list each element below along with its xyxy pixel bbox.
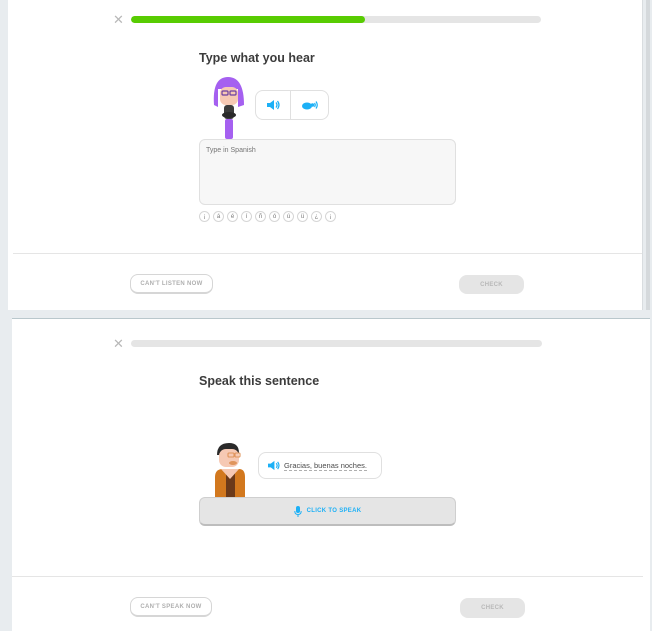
special-char-key[interactable]: ü xyxy=(297,211,308,222)
special-characters-row: ¡ á é í ñ ó ú ü ¿ ¡ xyxy=(199,211,336,222)
microphone-icon xyxy=(293,505,302,517)
special-char-key[interactable]: ¡ xyxy=(325,211,336,222)
special-char-key[interactable]: ¿ xyxy=(311,211,322,222)
check-button[interactable]: CHECK xyxy=(459,275,524,294)
lesson-progress-fill xyxy=(131,16,365,23)
audio-buttons-bubble xyxy=(255,90,329,120)
character-illustration xyxy=(213,77,244,139)
play-audio-button[interactable] xyxy=(256,91,291,119)
challenge-title: Type what you hear xyxy=(199,51,315,65)
special-char-key[interactable]: ú xyxy=(283,211,294,222)
special-char-key[interactable]: ñ xyxy=(255,211,266,222)
challenge-title: Speak this sentence xyxy=(199,374,320,388)
special-char-key[interactable]: ó xyxy=(269,211,280,222)
footer-divider xyxy=(12,576,643,577)
close-icon[interactable]: ✕ xyxy=(113,13,124,26)
speaker-icon[interactable] xyxy=(267,460,280,471)
speaker-icon xyxy=(267,100,280,110)
character-illustration xyxy=(215,443,245,499)
click-to-speak-button[interactable]: CLICK TO SPEAK xyxy=(199,497,456,526)
special-char-key[interactable]: é xyxy=(227,211,238,222)
lesson-progress-bar xyxy=(131,340,542,347)
scrollbar[interactable] xyxy=(646,0,650,310)
special-char-key[interactable]: ¡ xyxy=(199,211,210,222)
close-icon[interactable]: ✕ xyxy=(113,337,124,350)
special-char-key[interactable]: á xyxy=(213,211,224,222)
sentence-text[interactable]: Gracias, buenas noches. xyxy=(284,461,367,471)
sentence-bubble: Gracias, buenas noches. xyxy=(258,452,382,479)
answer-text-input[interactable] xyxy=(199,139,456,205)
click-to-speak-label: CLICK TO SPEAK xyxy=(306,508,362,514)
play-slow-audio-button[interactable] xyxy=(291,91,328,119)
speak-challenge-panel: ✕ Speak this sentence Gracias, buenas no… xyxy=(12,318,650,631)
special-char-key[interactable]: í xyxy=(241,211,252,222)
lesson-progress-bar xyxy=(131,16,541,23)
check-button[interactable]: CHECK xyxy=(460,598,525,618)
cant-listen-button[interactable]: CAN'T LISTEN NOW xyxy=(130,274,213,294)
turtle-speaker-icon xyxy=(301,101,318,110)
footer-divider xyxy=(13,253,642,254)
listen-challenge-panel: ✕ Type what you hear Type in Spanish ¡ á… xyxy=(8,0,643,310)
cant-speak-button[interactable]: CAN'T SPEAK NOW xyxy=(130,597,212,617)
